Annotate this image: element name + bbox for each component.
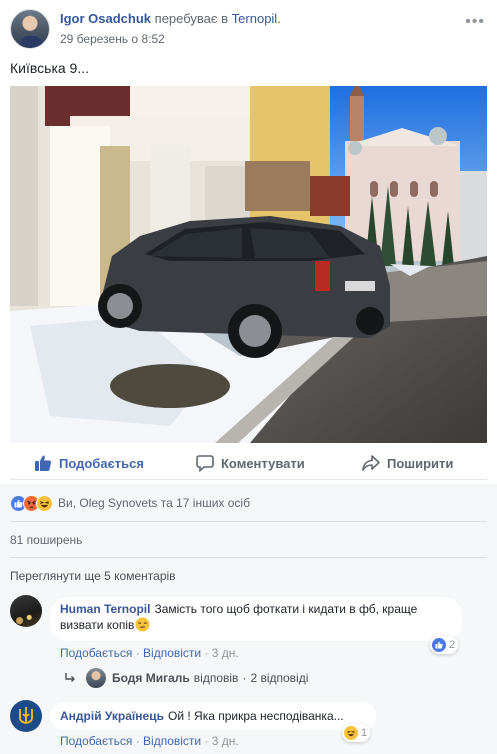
share-button-label: Поширити: [387, 455, 454, 471]
view-more-comments-link[interactable]: Переглянути ще 5 коментарів: [10, 569, 176, 583]
comment-reactions[interactable]: 2: [430, 636, 459, 654]
commenter-name[interactable]: Human Ternopil: [60, 602, 150, 616]
comment-button-label: Коментувати: [221, 455, 305, 471]
reply-count: 2 відповіді: [250, 671, 309, 685]
comment-reaction-count: 1: [361, 727, 368, 739]
commenter-avatar[interactable]: [10, 700, 42, 732]
post-text: Київська 9...: [10, 60, 90, 76]
post-action-bar: Подобається Коментувати Поширити: [10, 447, 487, 480]
comment-text: Ой ! Яка прикра несподіванка...: [167, 709, 344, 723]
location-text: перебуває в Ternopil.: [154, 11, 281, 26]
comment-bubble: Андрій Українець Ой ! Яка прикра несподів…: [50, 702, 376, 730]
comment-reply-link[interactable]: Відповісти: [143, 734, 201, 748]
author-name[interactable]: Igor Osadchuk: [60, 11, 151, 26]
share-button[interactable]: Поширити: [362, 447, 453, 479]
reply-verb: відповів: [193, 671, 239, 685]
like-button[interactable]: Подобається: [34, 447, 144, 479]
place-link[interactable]: Ternopil.: [232, 11, 281, 26]
comment-like-link[interactable]: Подобається: [60, 734, 132, 748]
replies-summary[interactable]: Бодя Мигаль відповів · 2 відповіді: [64, 668, 308, 688]
thumbs-up-icon: [35, 455, 52, 471]
divider: [10, 521, 487, 522]
reactions-summary[interactable]: Ви, Oleg Synovets та 17 інших осіб: [10, 493, 250, 513]
trident-emblem-icon: [19, 707, 33, 724]
speech-bubble-icon: [196, 455, 214, 472]
shares-count[interactable]: 81 поширень: [10, 533, 82, 547]
comment-bubble: Human Ternopil Замість того щоб фоткати і…: [50, 597, 462, 641]
comment-button[interactable]: Коментувати: [196, 447, 305, 479]
replier-name: Бодя Мигаль: [112, 671, 190, 685]
comment-reaction-count: 2: [449, 639, 456, 651]
unamused-face-icon: [135, 617, 150, 632]
reactions-summary-text[interactable]: Ви, Oleg Synovets та 17 інших осіб: [58, 496, 250, 510]
comment-age[interactable]: 3 дн.: [212, 646, 239, 660]
like-button-label: Подобається: [59, 455, 144, 471]
share-arrow-icon: [362, 455, 380, 471]
reply-arrow-icon: [65, 673, 75, 682]
like-icon: [432, 638, 446, 652]
post-timestamp[interactable]: 29 березень о 8:52: [60, 32, 165, 46]
comment-age[interactable]: 3 дн.: [212, 734, 239, 748]
replier-avatar: [86, 668, 106, 688]
photo-parked-suv-on-sidewalk-icon: [10, 86, 487, 443]
haha-icon: [36, 494, 53, 512]
ellipsis-icon[interactable]: •••: [465, 13, 485, 31]
post-photo[interactable]: [10, 86, 487, 443]
comment-reply-link[interactable]: Відповісти: [143, 646, 201, 660]
comment-reactions[interactable]: 1: [342, 724, 371, 742]
haha-icon: [344, 726, 358, 740]
commenter-name[interactable]: Андрій Українець: [60, 709, 164, 723]
post-header-line: Igor Osadchuk перебуває в Ternopil.: [60, 11, 281, 26]
divider: [10, 557, 487, 558]
comment-meta: Подобається · Відповісти · 3 дн.: [60, 734, 239, 748]
comment-meta: Подобається · Відповісти · 3 дн.: [60, 646, 239, 660]
comment-like-link[interactable]: Подобається: [60, 646, 132, 660]
author-avatar[interactable]: [10, 9, 50, 49]
commenter-avatar[interactable]: [10, 595, 42, 627]
post-header: Igor Osadchuk перебуває в Ternopil. 29 б…: [10, 9, 487, 51]
